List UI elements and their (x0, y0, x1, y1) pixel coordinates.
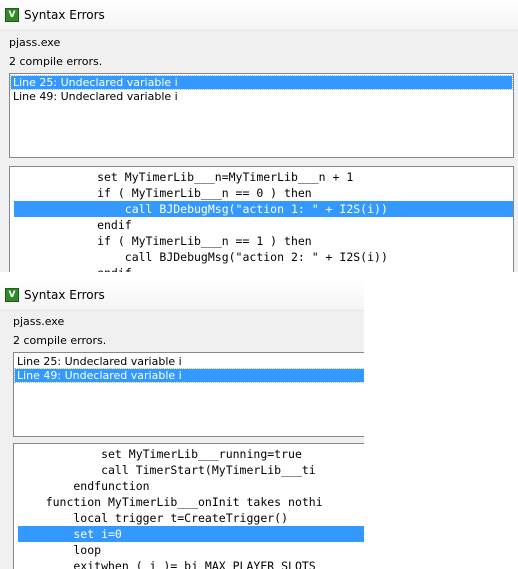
code-line: local trigger t=CreateTrigger() (18, 511, 289, 525)
window-title: Syntax Errors (24, 288, 105, 302)
error-item[interactable]: Line 49: Undeclared variable i (11, 90, 512, 103)
error-item[interactable]: Line 49: Undeclared variable i (14, 368, 364, 383)
code-view[interactable]: set MyTimerLib___n=MyTimerLib___n + 1 if… (9, 166, 514, 272)
syntax-errors-window: V Syntax Errors pjass.exe 2 compile erro… (0, 280, 364, 569)
error-item[interactable]: Line 25: Undeclared variable i (15, 355, 364, 368)
code-line: if ( MyTimerLib___n == 0 ) then (14, 186, 312, 200)
app-icon: V (5, 8, 19, 22)
error-list[interactable]: Line 25: Undeclared variable i Line 49: … (9, 73, 514, 158)
code-line: call TimerStart(MyTimerLib___ti (18, 463, 316, 477)
error-list[interactable]: Line 25: Undeclared variable i Line 49: … (13, 352, 364, 437)
code-line: endfunction (18, 479, 150, 493)
error-count: 2 compile errors. (13, 334, 107, 347)
code-line: exitwhen ( i )= bj_MAX_PLAYER_SLOTS (18, 559, 316, 569)
code-line-highlighted: set i=0 (18, 526, 364, 542)
title-bar[interactable]: V Syntax Errors (0, 280, 364, 311)
code-line: loop (18, 543, 102, 557)
program-name: pjass.exe (9, 36, 61, 49)
code-line: call BJDebugMsg("action 2: " + I2S(i)) (14, 250, 388, 264)
error-count: 2 compile errors. (9, 55, 103, 68)
window-title: Syntax Errors (24, 8, 105, 22)
title-bar[interactable]: V Syntax Errors (0, 0, 518, 31)
code-line: set MyTimerLib___n=MyTimerLib___n + 1 (14, 170, 354, 184)
code-line: set MyTimerLib___running=true (18, 447, 302, 461)
error-item[interactable]: Line 25: Undeclared variable i (10, 75, 513, 90)
code-line: function MyTimerLib___onInit takes nothi (18, 495, 323, 509)
program-name: pjass.exe (13, 315, 65, 328)
code-line-highlighted: call BJDebugMsg("action 1: " + I2S(i)) (14, 201, 513, 217)
syntax-errors-window: V Syntax Errors pjass.exe 2 compile erro… (0, 0, 518, 272)
app-icon: V (5, 288, 19, 302)
code-line: endif (14, 218, 132, 232)
code-line: if ( MyTimerLib___n == 1 ) then (14, 234, 312, 248)
code-line: endif (14, 265, 513, 272)
code-view[interactable]: set MyTimerLib___running=true call Timer… (13, 443, 364, 569)
